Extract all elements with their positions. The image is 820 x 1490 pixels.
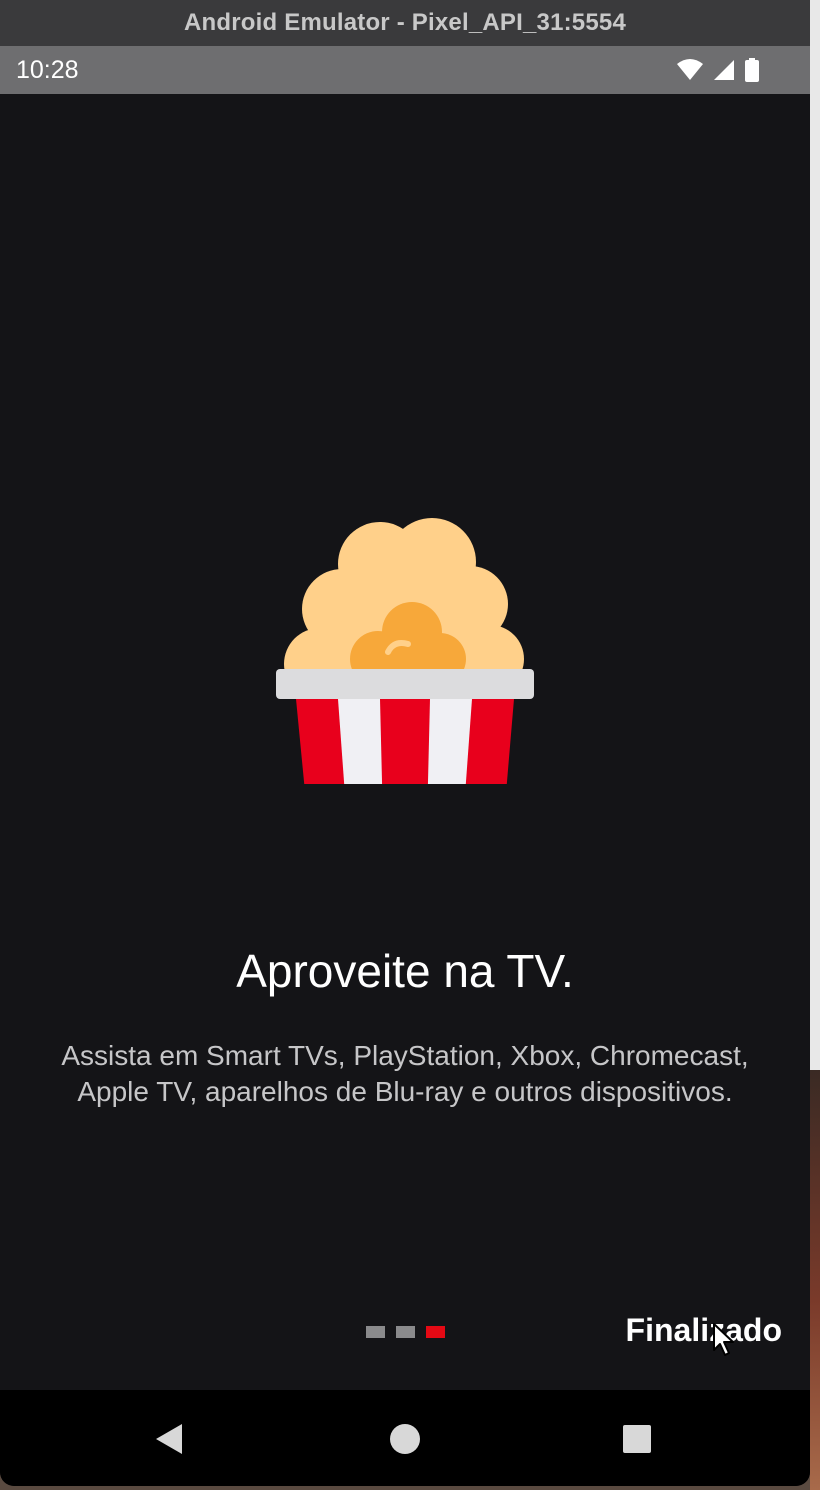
onboarding-description: Assista em Smart TVs, PlayStation, Xbox,…	[10, 1038, 800, 1110]
emulator-window: Android Emulator - Pixel_API_31:5554 10:…	[0, 0, 810, 1486]
page-dot-3[interactable]	[426, 1326, 445, 1338]
page-indicator	[366, 1326, 445, 1338]
description-line-2: Apple TV, aparelhos de Blu-ray e outros …	[77, 1076, 733, 1107]
status-icons	[676, 58, 760, 82]
window-titlebar[interactable]: Android Emulator - Pixel_API_31:5554	[0, 0, 810, 46]
desktop-background	[810, 0, 820, 1490]
window-title: Android Emulator - Pixel_API_31:5554	[183, 9, 626, 36]
page-dot-1[interactable]	[366, 1326, 385, 1338]
page-dot-2[interactable]	[396, 1326, 415, 1338]
system-nav-bar	[0, 1390, 810, 1486]
status-clock: 10:28	[16, 56, 79, 84]
battery-icon	[745, 58, 759, 82]
status-bar: 10:28	[0, 46, 810, 94]
popcorn-icon	[276, 518, 534, 784]
mouse-cursor-icon	[713, 1323, 734, 1356]
wifi-icon	[677, 59, 703, 80]
onboarding-screen: Aproveite na TV. Assista em Smart TVs, P…	[0, 94, 810, 1390]
cell-signal-icon	[714, 60, 734, 80]
recents-icon[interactable]	[620, 1422, 654, 1456]
home-icon[interactable]	[388, 1422, 422, 1456]
description-line-1: Assista em Smart TVs, PlayStation, Xbox,…	[61, 1040, 749, 1071]
onboarding-headline: Aproveite na TV.	[236, 945, 574, 997]
finish-button[interactable]: Finalizado	[626, 1312, 782, 1349]
back-icon[interactable]	[152, 1422, 186, 1456]
